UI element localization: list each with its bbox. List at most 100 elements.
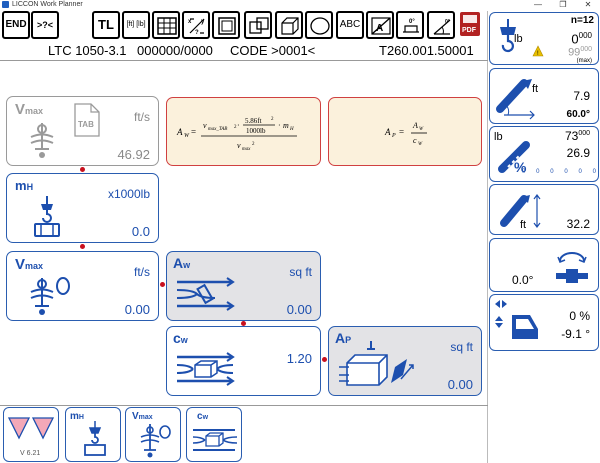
height-unit: ft — [520, 219, 527, 231]
abc-button[interactable]: ABC — [336, 11, 364, 39]
svg-text:A: A — [376, 23, 383, 34]
connector-dot — [322, 357, 327, 362]
load-unit: lb — [514, 33, 523, 45]
hook-load-icon — [34, 196, 60, 237]
slew-panel[interactable]: 0.0° — [489, 238, 599, 292]
area-button[interactable]: A — [366, 11, 394, 39]
aw-unit: sq ft — [289, 265, 312, 279]
vmax-button-symbol: Vmax — [132, 411, 153, 422]
pdf-icon: PDF — [460, 12, 480, 36]
reeving-label: n=12 — [570, 15, 594, 26]
app-icon — [2, 1, 9, 8]
svg-text:P: P — [391, 133, 396, 139]
projected-area-icon — [339, 341, 414, 386]
svg-text:PDF: PDF — [462, 27, 477, 34]
section-value: 0 — [564, 169, 568, 175]
crane-model: LTC 1050-3.1 — [48, 43, 127, 58]
aw-box[interactable]: Aw sq ft 0.00 — [166, 251, 321, 321]
max-load-label: (max) — [576, 58, 592, 64]
slew-angle-value: 0.0° — [512, 273, 534, 287]
overlap-rect-button[interactable] — [244, 11, 272, 39]
svg-text:max: max — [242, 147, 251, 152]
vertical-arrow-icon — [533, 194, 541, 228]
maximize-button[interactable]: ❐ — [551, 0, 575, 10]
svg-text:?: ? — [195, 30, 199, 36]
search-button[interactable]: >?< — [31, 11, 59, 39]
rect-button[interactable] — [212, 11, 240, 39]
mh-symbol: mH — [15, 178, 34, 193]
grid-icon — [157, 17, 177, 35]
cw-symbol: cw — [173, 330, 188, 346]
load-panel[interactable]: n=12 lb 0000 ! 99000 (max) — [489, 12, 599, 65]
slope-button[interactable]: 0° — [427, 11, 455, 39]
svg-text:5.86ft: 5.86ft — [245, 117, 262, 125]
radius-unit: ft — [532, 83, 539, 95]
back-button[interactable]: V 6.21 — [3, 407, 59, 462]
horizontal-arrows-icon — [495, 300, 507, 308]
drag-coefficient-icon — [192, 429, 238, 451]
ap-formula-box: A P = A W c W — [328, 97, 482, 166]
height-panel[interactable]: ft 32.2 — [489, 184, 599, 235]
connector-dot — [80, 244, 85, 249]
svg-text:1000lb: 1000lb — [246, 127, 266, 135]
vmax-box[interactable]: Vmax ft/s 0.00 — [6, 251, 159, 321]
tilt-angle-value: -9.1 ° — [561, 327, 590, 341]
units-button[interactable]: [ft] [lb] — [122, 11, 150, 39]
ellipse-button[interactable] — [305, 11, 333, 39]
ap-formula: A P = A W c W — [384, 121, 427, 147]
hook-load-icon — [84, 421, 106, 456]
svg-text:2: 2 — [252, 142, 255, 147]
svg-text:A: A — [384, 127, 391, 137]
height-value: 32.2 — [566, 217, 590, 231]
vmax-tab-box[interactable]: Vmax TAB ft/s 46.92 — [6, 96, 159, 166]
boom-panel[interactable]: lb % 73000 26.9 0 0 0 0 0 0 — [489, 126, 599, 182]
svg-text:A: A — [412, 121, 418, 130]
aw-formula: A W = v max_TAB 2 · 5.86ft 2 1000lb · m … — [176, 117, 297, 152]
vmax-tab-symbol: Vmax — [15, 101, 44, 118]
mh-unit: x1000lb — [107, 187, 150, 201]
svg-text:2: 2 — [271, 117, 274, 122]
window-title: LICCON Work Planner — [12, 1, 83, 8]
section-value: 0 — [592, 169, 596, 175]
drag-coefficient-icon — [176, 352, 235, 386]
minimize-button[interactable]: — — [526, 0, 550, 10]
overlap-rect-icon — [249, 17, 269, 34]
wind-speed-icon — [140, 424, 171, 458]
tilt-panel[interactable]: 0 % -9.1 ° — [489, 294, 599, 351]
xy-button[interactable]: x y? — [182, 11, 210, 39]
section-value: 0 — [536, 169, 540, 175]
cube-button[interactable] — [275, 11, 303, 39]
mh-box[interactable]: mH x1000lb 0.0 — [6, 173, 159, 243]
section-value: 0 — [522, 169, 526, 175]
ap-unit: sq ft — [450, 340, 473, 354]
svg-text:c: c — [413, 136, 417, 145]
svg-text:=: = — [191, 127, 196, 137]
aw-symbol: Aw — [173, 255, 191, 271]
area-icon: A — [371, 17, 391, 35]
svg-text:m: m — [283, 121, 289, 130]
slew-icon — [556, 252, 588, 283]
svg-text:max_TAB: max_TAB — [208, 127, 227, 132]
serial-number: 000000/0000 — [137, 43, 213, 58]
svg-text:0°: 0° — [409, 19, 415, 25]
svg-text:v: v — [203, 121, 207, 130]
grid-button[interactable] — [152, 11, 180, 39]
end-button[interactable]: END — [2, 11, 30, 39]
cw-box[interactable]: cw 1.20 — [166, 326, 321, 396]
tl-button[interactable]: TL — [92, 11, 120, 39]
svg-text:=: = — [399, 127, 404, 137]
ap-box[interactable]: AP sq ft 0.00 — [328, 326, 482, 396]
boom-angle-value: 60.0° — [566, 109, 590, 120]
angle-button[interactable]: 0° — [396, 11, 424, 39]
section-value: 0 — [550, 169, 554, 175]
vmax-tab-value: 46.92 — [117, 147, 150, 162]
mh-button[interactable]: mH — [65, 407, 121, 462]
info-line: LTC 1050-3.1 000000/0000 CODE >0001< T26… — [0, 43, 488, 59]
version-label: V 6.21 — [20, 450, 41, 457]
vmax-button[interactable]: Vmax — [125, 407, 181, 462]
svg-text:W: W — [418, 142, 423, 147]
close-button[interactable]: ✕ — [576, 0, 600, 10]
pdf-button[interactable]: PDF — [457, 11, 485, 39]
cw-button[interactable]: cw — [186, 407, 242, 462]
radius-panel[interactable]: ft 7.9 60.0° — [489, 68, 599, 124]
